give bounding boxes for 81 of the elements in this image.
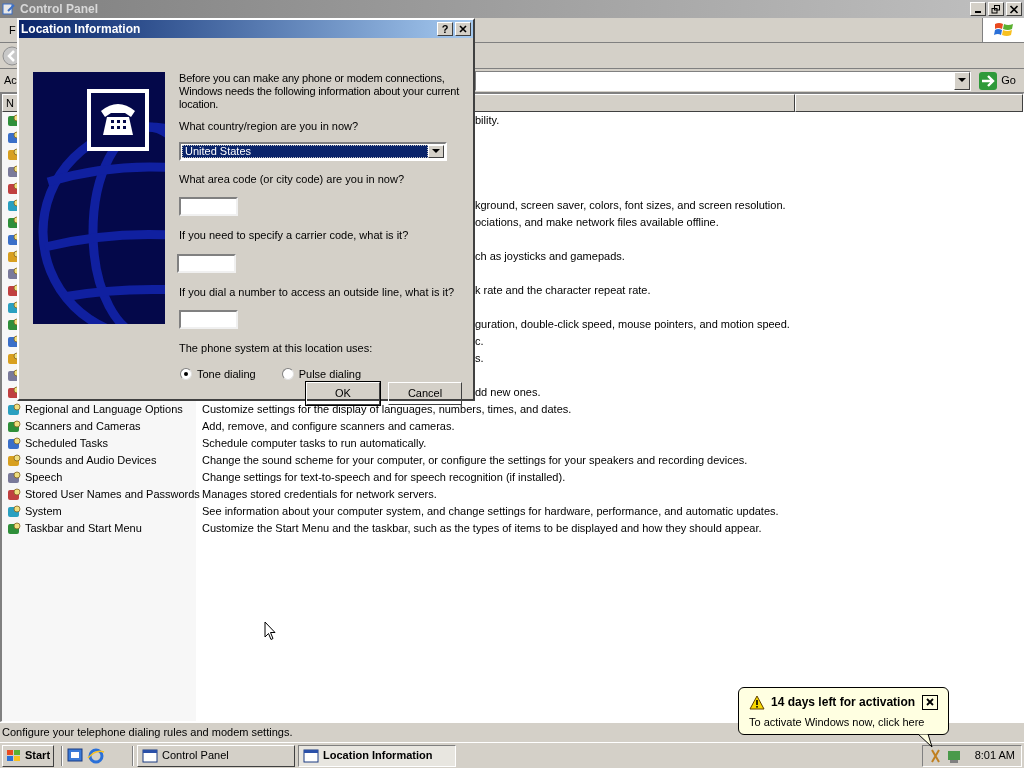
- item-description: See information about your computer system, and change settings for hardware, performance, and automatic updates.: [201, 504, 779, 520]
- status-text: Configure your telephone dialing rules and modem settings.: [2, 725, 293, 741]
- item-description: guration, double-click speed, mouse pointers, and motion speed.: [475, 317, 790, 333]
- balloon-title: 14 days left for activation: [771, 694, 916, 711]
- control-panel-item-icon: [6, 452, 22, 469]
- close-icon: [1009, 4, 1019, 14]
- item-name[interactable]: System: [25, 503, 62, 520]
- radio-option[interactable]: Pulse dialing: [281, 365, 362, 382]
- minimize-button[interactable]: [970, 2, 986, 16]
- control-panel-item-icon: [6, 486, 22, 503]
- item-name[interactable]: Stored User Names and Passwords: [25, 486, 200, 503]
- control-panel-item-icon: [6, 520, 22, 537]
- ok-button[interactable]: OK: [306, 382, 380, 405]
- telephone-icon: [87, 89, 149, 151]
- item-name[interactable]: Speech: [25, 469, 63, 486]
- address-label: Ac: [4, 73, 17, 89]
- control-panel-item-icon: [6, 401, 22, 418]
- carrier-code-label: If you need to specify a carrier code, what is it?: [179, 228, 410, 243]
- input-field[interactable]: [179, 310, 238, 329]
- area-code-label: What area code (or city code) are you in now?: [179, 171, 405, 187]
- taskbar-button[interactable]: Control Panel: [137, 744, 296, 767]
- control-panel-icon: [2, 2, 16, 16]
- close-icon: [926, 698, 934, 706]
- item-description: Customize the Start Menu and the taskbar, such as the types of items to be displayed and how they should appear.: [201, 521, 762, 537]
- windows-flag-icon: [6, 748, 22, 763]
- item-name[interactable]: Regional and Language Options: [25, 401, 183, 418]
- item-description: ociations, and make network files available offline.: [475, 215, 719, 231]
- restore-button[interactable]: [988, 2, 1004, 16]
- minimize-icon: [975, 10, 981, 13]
- address-field[interactable]: [474, 70, 972, 91]
- item-description: Change the sound scheme for your computer, or configure the settings for your speakers and recording devices.: [201, 453, 748, 469]
- control-panel-item-icon: [6, 469, 22, 486]
- control-panel-item-icon: [6, 418, 22, 435]
- item-description: c.: [475, 334, 484, 350]
- intro-text: Before you can make any phone or modem connections, Windows needs the following information about your current location.: [179, 72, 461, 111]
- item-description: Schedule computer tasks to run automatically.: [201, 436, 427, 452]
- input-field[interactable]: [177, 253, 236, 273]
- item-name[interactable]: Scanners and Cameras: [25, 418, 141, 435]
- window-icon: [303, 747, 320, 764]
- caret-icon: [432, 148, 440, 154]
- control-panel-item-icon: [6, 435, 22, 452]
- outside-line-label: If you dial a number to access an outside line, what is it?: [179, 284, 456, 300]
- desktop-icon[interactable]: [66, 746, 85, 765]
- item-name[interactable]: Taskbar and Start Menu: [25, 520, 142, 537]
- clock: 8:01 AM: [974, 748, 1015, 764]
- item-name[interactable]: Scheduled Tasks: [25, 435, 108, 452]
- dropdown-button[interactable]: [954, 71, 971, 90]
- arrow-icon: [979, 71, 998, 90]
- item-description: Change settings for text-to-speech and for speech recognition (if installed).: [201, 470, 566, 486]
- taskbar-button[interactable]: Location Information: [298, 744, 457, 767]
- item-description: bility.: [475, 113, 500, 129]
- warning-icon: [749, 694, 765, 710]
- item-description: ch as joysticks and gamepads.: [475, 249, 625, 265]
- country-label: What country/region are you in now?: [179, 119, 360, 134]
- cancel-button[interactable]: Cancel: [388, 382, 462, 405]
- restore-icon: [991, 4, 1001, 14]
- balloon-link[interactable]: To activate Windows now, click here: [749, 714, 938, 731]
- close-button[interactable]: [922, 694, 938, 710]
- dialog-title: Location Information: [21, 21, 141, 38]
- item-name[interactable]: Sounds and Audio Devices: [25, 452, 157, 469]
- phone-system-label: The phone system at this location uses:: [179, 341, 374, 356]
- window-icon: [142, 747, 159, 764]
- window-title: Control Panel: [20, 1, 98, 18]
- close-icon: [459, 25, 467, 33]
- country-select[interactable]: United States: [179, 141, 447, 161]
- column-header[interactable]: [795, 94, 1023, 112]
- input-field[interactable]: [179, 197, 238, 216]
- caret-icon: [958, 78, 967, 83]
- item-description: kground, screen saver, colors, font sizes, and screen resolution.: [475, 198, 786, 214]
- item-description: s.: [475, 351, 484, 367]
- go-button[interactable]: Go: [975, 69, 1020, 92]
- mouse-pointer-icon: [264, 621, 276, 641]
- menu-item[interactable]: F: [9, 21, 16, 39]
- help-button[interactable]: ?: [437, 22, 453, 36]
- start-button[interactable]: Start: [2, 744, 55, 767]
- control-panel-item-icon: [6, 503, 22, 520]
- item-description: Add, remove, and configure scanners and cameras.: [201, 419, 455, 435]
- radio-option[interactable]: Tone dialing: [180, 365, 256, 382]
- item-description: dd new ones.: [475, 385, 541, 401]
- item-description: k rate and the character repeat rate.: [475, 283, 651, 299]
- browser-icon[interactable]: [87, 746, 106, 765]
